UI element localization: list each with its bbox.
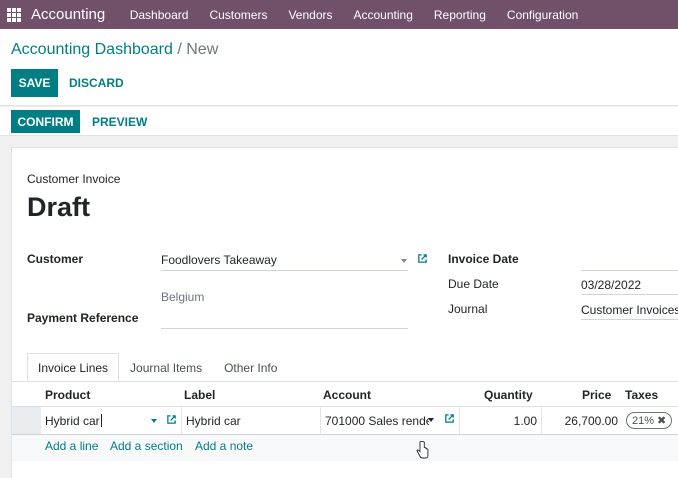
- discard-button[interactable]: DISCARD: [69, 76, 124, 90]
- column-header-product[interactable]: Product: [45, 388, 90, 402]
- top-navbar: Accounting Dashboard Customers Vendors A…: [0, 0, 678, 29]
- due-date-underline: [581, 294, 678, 295]
- column-header-price[interactable]: Price: [582, 388, 611, 402]
- menu-item-dashboard[interactable]: Dashboard: [119, 8, 199, 22]
- tabs-divider: [12, 381, 678, 382]
- add-line-link[interactable]: Add a line: [45, 439, 98, 453]
- account-value[interactable]: 701000 Sales rendered: [325, 414, 429, 428]
- breadcrumb-separator: /: [177, 41, 182, 58]
- text-cursor: [100, 414, 102, 427]
- column-header-quantity[interactable]: Quantity: [484, 388, 533, 402]
- menu-item-accounting[interactable]: Accounting: [343, 8, 423, 22]
- table-row[interactable]: Hybrid car Hybrid car 701000 Sales rende…: [12, 407, 678, 435]
- due-date-label: Due Date: [448, 277, 499, 291]
- add-section-link[interactable]: Add a section: [110, 439, 183, 453]
- due-date-field[interactable]: 03/28/2022: [581, 278, 641, 292]
- form-statusbar: CONFIRM PREVIEW: [0, 107, 678, 136]
- caret-down-icon[interactable]: [151, 419, 157, 423]
- control-panel: Accounting Dashboard / New SAVE DISCARD: [0, 29, 678, 106]
- column-header-account[interactable]: Account: [323, 388, 371, 402]
- form-sheet: Customer Invoice Draft Customer Foodlove…: [11, 147, 678, 478]
- external-link-icon[interactable]: [444, 413, 455, 424]
- journal-label: Journal: [448, 302, 488, 316]
- save-button[interactable]: SAVE: [11, 69, 58, 97]
- payment-reference-input[interactable]: [161, 328, 408, 329]
- invoice-type-label: Customer Invoice: [27, 172, 121, 186]
- product-cell[interactable]: Hybrid car: [41, 407, 181, 434]
- customer-label: Customer: [27, 252, 84, 266]
- confirm-button[interactable]: CONFIRM: [11, 110, 80, 133]
- menu-item-customers[interactable]: Customers: [199, 8, 278, 22]
- invoice-date-input[interactable]: [581, 270, 678, 271]
- preview-button[interactable]: PREVIEW: [92, 115, 147, 129]
- caret-down-icon[interactable]: [428, 418, 434, 422]
- caret-down-icon[interactable]: [401, 259, 407, 263]
- tax-tag-label: 21%: [632, 414, 655, 427]
- app-brand[interactable]: Accounting: [31, 6, 105, 23]
- row-drag-handle[interactable]: [12, 407, 41, 434]
- journal-underline: [581, 319, 678, 320]
- account-cell[interactable]: 701000 Sales rendered: [320, 407, 459, 434]
- tab-journal-items[interactable]: Journal Items: [119, 353, 213, 382]
- notebook-tabs: Invoice Lines Journal Items Other Info: [27, 353, 288, 382]
- tab-other-info[interactable]: Other Info: [213, 353, 288, 382]
- external-link-icon[interactable]: [166, 414, 177, 425]
- breadcrumb-parent[interactable]: Accounting Dashboard: [11, 41, 173, 58]
- customer-underline: [161, 270, 408, 271]
- customer-country: Belgium: [161, 290, 205, 304]
- quantity-cell[interactable]: 1.00: [459, 407, 541, 434]
- external-link-icon[interactable]: [417, 253, 428, 264]
- mouse-cursor-icon: [416, 441, 429, 459]
- label-cell[interactable]: Hybrid car: [181, 407, 320, 434]
- invoice-status-title: Draft: [27, 192, 91, 222]
- journal-field[interactable]: Customer Invoices: [581, 303, 678, 317]
- menu-item-reporting[interactable]: Reporting: [423, 8, 496, 22]
- product-value[interactable]: Hybrid car: [45, 414, 100, 428]
- add-row-bar: Add a line Add a section Add a note: [12, 435, 678, 461]
- menu-item-vendors[interactable]: Vendors: [278, 8, 343, 22]
- apps-grid-icon[interactable]: [7, 7, 21, 22]
- add-note-link[interactable]: Add a note: [195, 439, 253, 453]
- quantity-value[interactable]: 1.00: [514, 414, 537, 428]
- invoice-date-label: Invoice Date: [448, 252, 519, 266]
- price-value[interactable]: 26,700.00: [565, 414, 618, 428]
- menu-item-configuration[interactable]: Configuration: [496, 8, 588, 22]
- column-header-taxes[interactable]: Taxes: [625, 388, 658, 402]
- tax-tag[interactable]: 21% ✖: [626, 412, 673, 429]
- payment-reference-label: Payment Reference: [27, 311, 139, 325]
- main-menu: Dashboard Customers Vendors Accounting R…: [119, 8, 589, 22]
- label-value[interactable]: Hybrid car: [186, 414, 241, 428]
- remove-tag-icon[interactable]: ✖: [657, 414, 666, 427]
- breadcrumb: Accounting Dashboard / New: [11, 41, 218, 59]
- breadcrumb-current: New: [186, 41, 219, 58]
- column-header-label[interactable]: Label: [184, 388, 215, 402]
- customer-field[interactable]: Foodlovers Takeaway: [161, 253, 277, 267]
- price-cell[interactable]: 26,700.00: [541, 407, 622, 434]
- tab-invoice-lines[interactable]: Invoice Lines: [27, 353, 120, 382]
